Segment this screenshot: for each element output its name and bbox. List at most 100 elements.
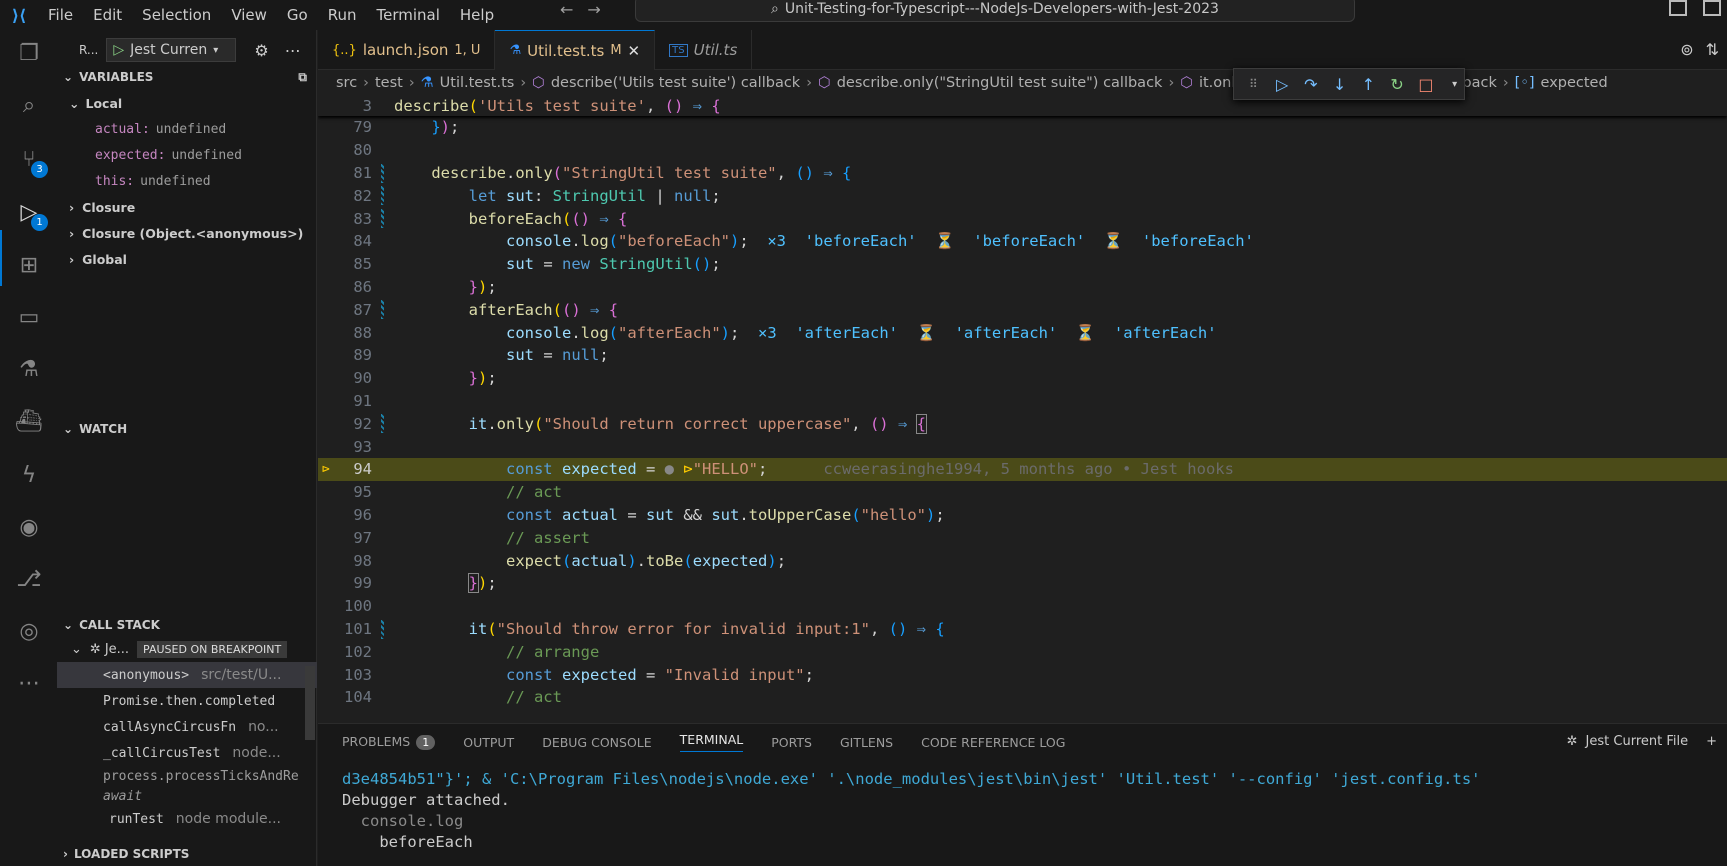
stack-frame[interactable]: Promise.then.completed — [57, 688, 317, 714]
start-debug-icon[interactable]: ▷ — [113, 42, 124, 58]
tab-code-reference-log[interactable]: CODE REFERENCE LOG — [921, 735, 1065, 750]
call-stack-header[interactable]: ⌄ CALL STACK — [57, 614, 317, 636]
breadcrumb: src › test › ⚗ Util.test.ts › ⬡ describe… — [318, 70, 1727, 96]
line-number: 89 — [353, 346, 372, 365]
scope-local[interactable]: ⌄ Local — [57, 90, 317, 116]
tab-debug-console[interactable]: DEBUG CONSOLE — [542, 735, 651, 750]
stack-frame[interactable]: _callCircusTest node... — [57, 740, 317, 766]
menu-help[interactable]: Help — [450, 6, 504, 24]
inline-breakpoint-dot-icon[interactable]: ● — [665, 460, 674, 478]
scope-closure-object[interactable]: › Closure (Object.<anonymous>) — [57, 220, 317, 246]
more-icon[interactable]: ⋯ — [12, 666, 46, 700]
menu-run[interactable]: Run — [318, 6, 367, 24]
back-arrow-icon[interactable]: ← — [560, 0, 573, 19]
tab-util-test-ts[interactable]: ⚗ Util.test.ts M ✕ — [495, 30, 656, 70]
more-actions-icon[interactable]: ⋯ — [285, 41, 301, 60]
variables-header[interactable]: ⌄ VARIABLES ⧉ — [57, 66, 317, 88]
call-stack-thread[interactable]: ⌄ ✲ Je... PAUSED ON BREAKPOINT — [57, 636, 317, 662]
explorer-icon[interactable]: ❐ — [12, 36, 46, 70]
forward-arrow-icon[interactable]: → — [587, 0, 600, 19]
variables-tree: ⌄ Local actual: undefined expected: unde… — [57, 90, 317, 272]
breadcrumb-item[interactable]: Util.test.ts — [440, 75, 515, 91]
stack-frame[interactable]: runTest node module... — [57, 806, 317, 832]
remote-explorer-icon[interactable]: ▭ — [12, 300, 46, 334]
menu-view[interactable]: View — [221, 6, 277, 24]
tab-output[interactable]: OUTPUT — [463, 735, 514, 750]
lightning-icon[interactable]: ϟ — [12, 458, 46, 492]
breadcrumb-item[interactable]: expected — [1541, 75, 1608, 91]
tab-ports[interactable]: PORTS — [771, 735, 812, 750]
compare-changes-icon[interactable]: ⇅ — [1706, 40, 1719, 59]
method-icon: ⬡ — [818, 75, 831, 91]
menu-go[interactable]: Go — [277, 6, 318, 24]
chevron-down-icon: ⌄ — [63, 70, 74, 84]
copilot-icon[interactable]: ⊚ — [1680, 40, 1693, 59]
search-icon[interactable]: ⌕ — [12, 88, 46, 122]
new-terminal-plus-icon[interactable]: + — [1706, 734, 1717, 749]
current-debug-line: ⊳ 94 const expected = ● ⊳"HELLO"; ccweera… — [318, 458, 1727, 481]
code-line: 83 beforeEach(() ⇒ { — [318, 207, 1727, 230]
scope-closure[interactable]: › Closure — [57, 194, 317, 220]
scope-global[interactable]: › Global — [57, 246, 317, 272]
loaded-scripts-header[interactable]: › LOADED SCRIPTS — [57, 843, 317, 865]
run-debug-icon[interactable]: ▷ 1 — [12, 195, 48, 231]
tab-label: Util.test.ts — [527, 41, 605, 60]
menu-selection[interactable]: Selection — [132, 6, 221, 24]
command-center-search[interactable]: ⌕ Unit-Testing-for-Typescript---NodeJs-D… — [635, 0, 1355, 22]
toggle-panel-icon[interactable] — [1703, 0, 1721, 16]
terminal-selector[interactable]: ✲ Jest Current File + — [1567, 734, 1717, 749]
watch-header[interactable]: ⌄ WATCH — [57, 418, 317, 440]
variable-icon: [◦] — [1514, 75, 1535, 91]
code-line: 84 console.log("beforeEach"); ×3 'before… — [318, 230, 1727, 253]
variable-this[interactable]: this: undefined — [57, 168, 317, 194]
tab-terminal[interactable]: TERMINAL — [679, 732, 744, 752]
collapse-all-icon[interactable]: ⧉ — [298, 70, 307, 85]
scm-badge: 3 — [31, 161, 48, 178]
debug-config-select[interactable]: ▷ Jest Curren ▾ — [106, 38, 237, 62]
code-editor[interactable]: 3 describe('Utils test suite', () ⇒ { 79 … — [318, 96, 1727, 723]
breadcrumb-item[interactable]: src — [336, 75, 357, 91]
breadcrumb-item[interactable]: test — [375, 75, 403, 91]
chevron-down-icon[interactable]: ▾ — [1445, 79, 1464, 90]
restart-icon[interactable]: ↻ — [1388, 75, 1407, 94]
breakpoint-current-icon[interactable]: ⊳ — [322, 462, 330, 477]
terminal-line: d3e4854b51"}'; & 'C:\Program Files\nodej… — [342, 770, 1481, 788]
menu-file[interactable]: File — [38, 6, 83, 24]
tab-launch-json[interactable]: {..} launch.json 1, U — [318, 30, 496, 70]
stop-icon[interactable]: □ — [1417, 75, 1436, 94]
docker-icon[interactable]: ⛴ — [12, 404, 46, 438]
menu-terminal[interactable]: Terminal — [367, 6, 450, 24]
breadcrumb-item[interactable]: describe('Utils test suite') callback — [551, 75, 800, 91]
close-icon[interactable]: ✕ — [628, 42, 641, 60]
variable-expected[interactable]: expected: undefined — [57, 142, 317, 168]
gitlens-inspect-icon[interactable]: ◎ — [12, 614, 46, 648]
extensions-icon[interactable]: ⊞ — [12, 248, 46, 282]
editor-tabs: {..} launch.json 1, U ⚗ Util.test.ts M ✕… — [318, 30, 1727, 70]
menu-edit[interactable]: Edit — [83, 6, 132, 24]
stack-frame[interactable]: callAsyncCircusFn no... — [57, 714, 317, 740]
gear-icon[interactable]: ⚙ — [254, 41, 268, 60]
tab-problems[interactable]: PROBLEMS 1 — [342, 734, 436, 750]
drag-handle-icon[interactable]: ⠿ — [1244, 77, 1263, 91]
run-debug-label: R... — [79, 43, 99, 57]
step-out-icon[interactable]: ↑ — [1359, 75, 1378, 94]
gitlens-icon[interactable]: ⎇ — [12, 562, 46, 596]
stack-frame[interactable]: process.processTicksAndRe — [57, 766, 317, 786]
tab-status: 1, U — [454, 42, 481, 58]
tab-util-ts[interactable]: TS Util.ts — [655, 30, 753, 70]
toggle-sidebar-icon[interactable] — [1669, 0, 1687, 16]
variable-actual[interactable]: actual: undefined — [57, 116, 317, 142]
scope-local-label: Local — [85, 95, 123, 111]
menu-bar: File Edit Selection View Go Run Terminal… — [38, 6, 504, 24]
sticky-scroll[interactable]: 3 describe('Utils test suite', () ⇒ { — [318, 96, 1727, 116]
testing-icon[interactable]: ⚗ — [12, 352, 46, 386]
tab-gitlens[interactable]: GITLENS — [840, 735, 893, 750]
step-into-icon[interactable]: ↓ — [1330, 75, 1349, 94]
call-stack-scrollbar[interactable] — [305, 666, 315, 740]
step-over-icon[interactable]: ↷ — [1302, 75, 1321, 94]
continue-icon[interactable]: ▷ — [1273, 75, 1292, 94]
github-icon[interactable]: ◉ — [12, 510, 46, 544]
source-control-icon[interactable]: ⑂ 3 — [12, 142, 48, 178]
breadcrumb-item[interactable]: describe.only("StringUtil test suite") c… — [837, 75, 1163, 91]
stack-frame[interactable]: <anonymous> src/test/U... — [57, 662, 317, 688]
